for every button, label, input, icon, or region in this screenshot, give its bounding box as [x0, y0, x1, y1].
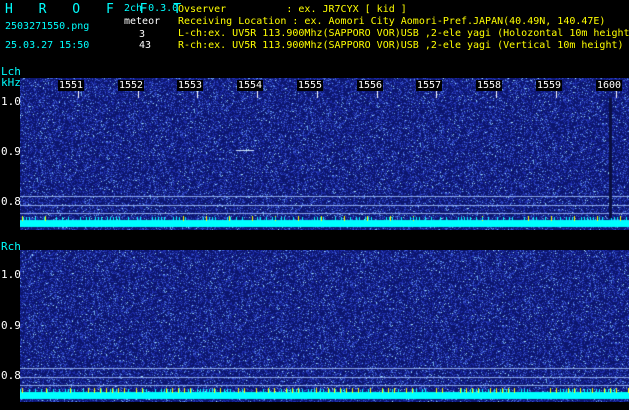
- rch-info-line: R-ch:ex. UV5R 113.900Mhz(SAPPORO VOR)USB…: [178, 40, 624, 51]
- rch-tick-1-0: 1.0: [1, 268, 21, 281]
- rch-label: Rch: [1, 240, 21, 253]
- datetime: 25.03.27 15:50: [5, 40, 90, 51]
- khz-unit-label: kHz: [1, 76, 21, 89]
- lch-tick-0-9: 0.9: [1, 145, 21, 158]
- meteor-label: meteor: [124, 16, 161, 27]
- lch-tick-0-8: 0.8: [1, 195, 21, 208]
- rch-tick-0-9: 0.9: [1, 319, 21, 332]
- observer-line: Ovserver : ex. JR7CYX [ kid ]: [178, 4, 407, 15]
- mode-version: 2ch 0.3.0: [124, 3, 179, 14]
- rch-spectrogram[interactable]: [20, 250, 629, 402]
- lch-info-line: L-ch:ex. UV5R 113.900Mhz(SAPPORO VOR)USB…: [178, 28, 629, 39]
- meteor-count-lch: 3: [139, 29, 146, 40]
- rch-tick-0-8: 0.8: [1, 369, 21, 382]
- lch-tick-1-0: 1.0: [1, 95, 21, 108]
- lch-spectrogram[interactable]: [20, 78, 629, 230]
- location-line: Receiving Location : ex. Aomori City Aom…: [178, 16, 606, 27]
- meteor-count-rch: 43: [139, 40, 152, 51]
- filename: 2503271550.png: [5, 21, 90, 32]
